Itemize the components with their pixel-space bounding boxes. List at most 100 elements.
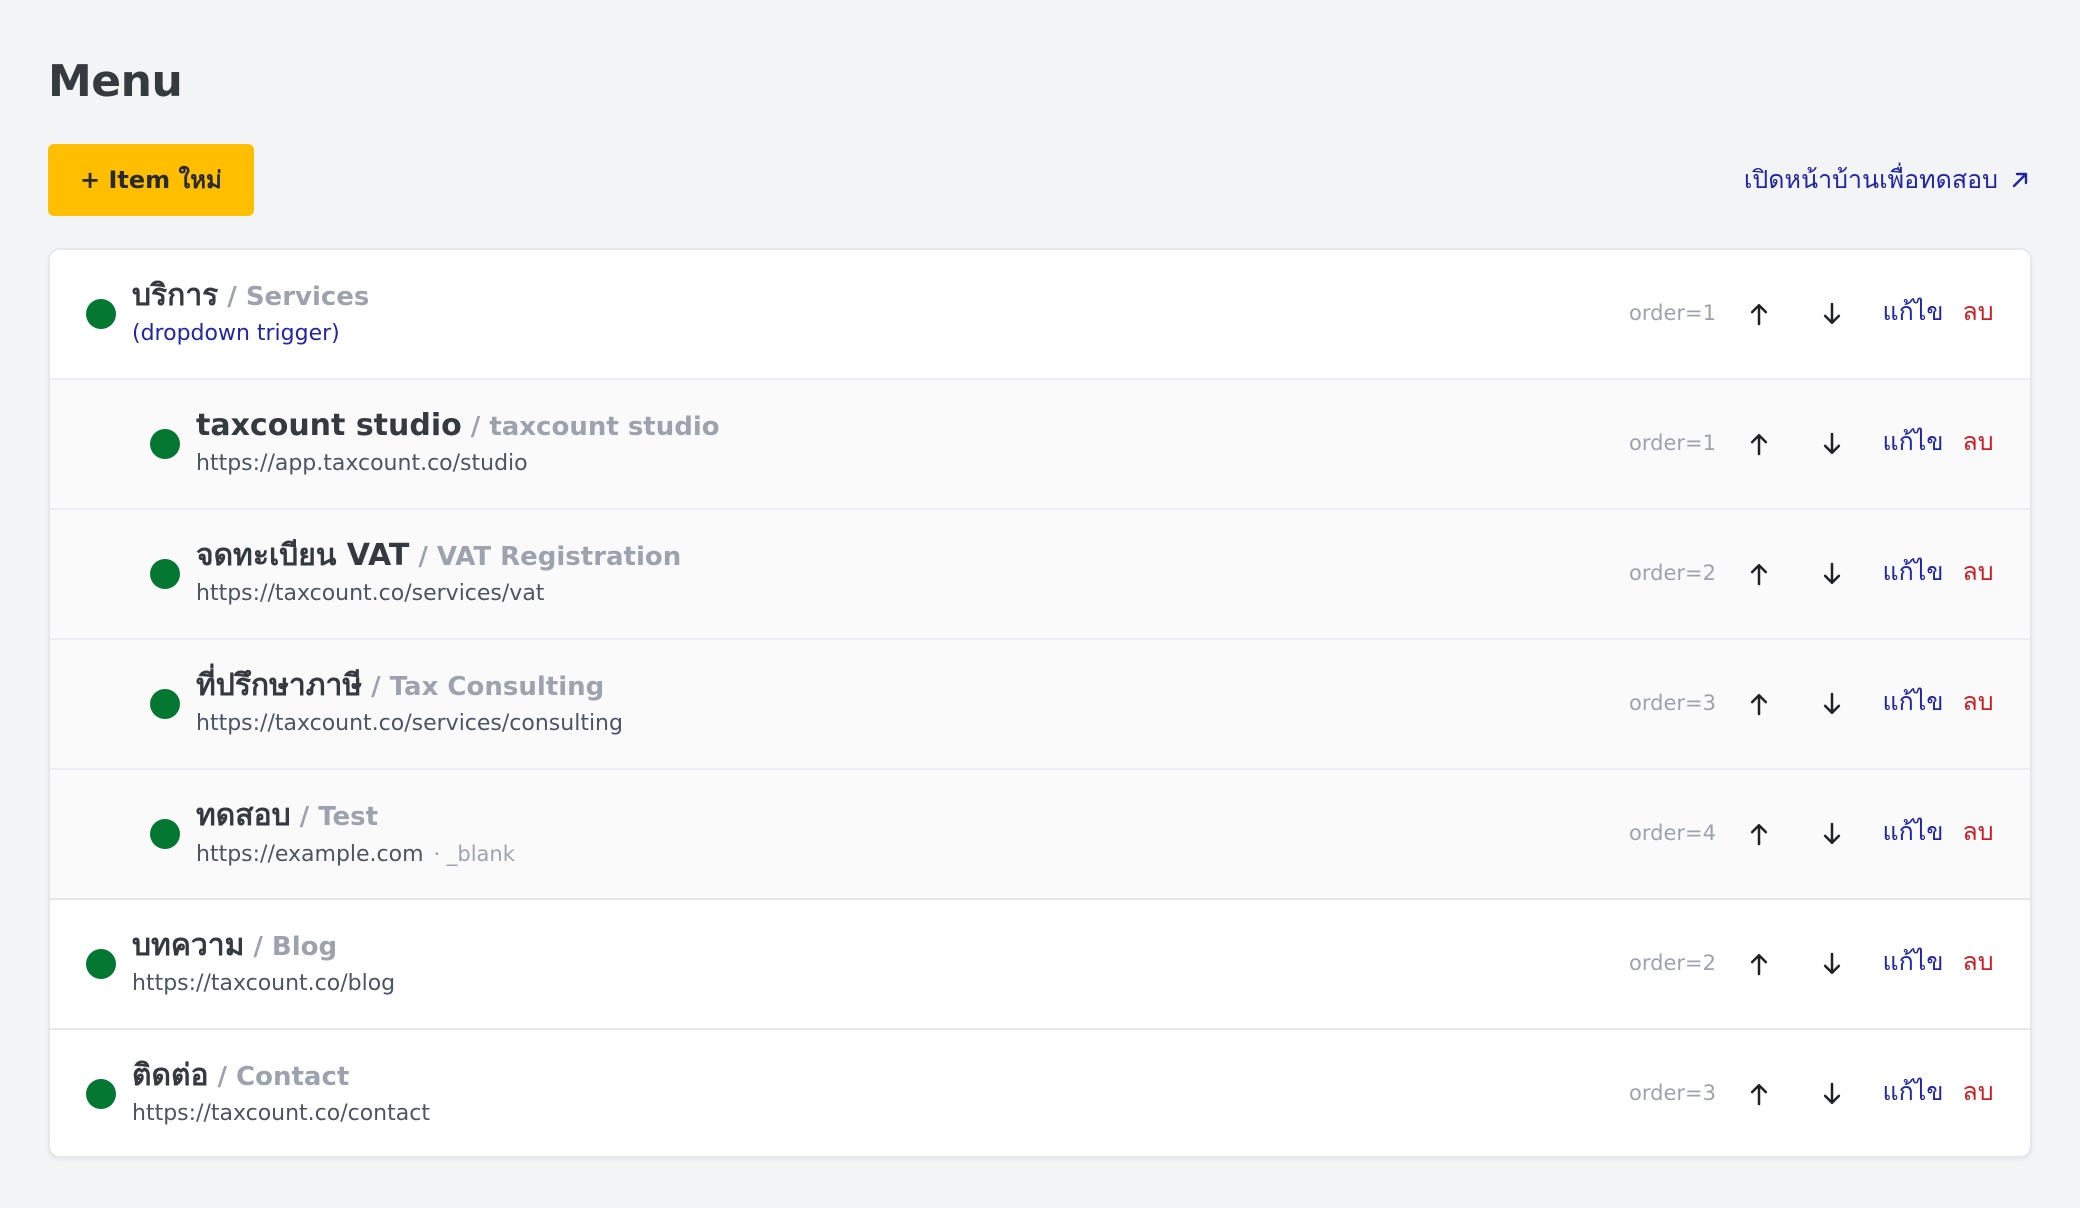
menu-item-primary-label: บริการ <box>132 278 219 313</box>
new-item-button[interactable]: + Item ใหม่ <box>48 144 254 216</box>
menu-item-text: บริการ / Services (dropdown trigger) <box>132 275 1512 357</box>
menu-item-secondary-label: / Blog <box>253 932 338 962</box>
menu-item-row: taxcount studio / taxcount studio https:… <box>50 378 2030 508</box>
menu-item-url: https://taxcount.co/contact <box>132 1101 430 1126</box>
menu-item-title: ที่ปรึกษาภาษี / Tax Consulting <box>196 665 1576 707</box>
move-down-button[interactable] <box>1811 943 1853 985</box>
active-status-indicator <box>150 819 180 849</box>
menu-item-url: https://app.taxcount.co/studio <box>196 451 528 476</box>
menu-item-text: บทความ / Blog https://taxcount.co/blog <box>132 925 1512 1007</box>
arrow-down-icon <box>1823 562 1841 584</box>
move-up-button[interactable] <box>1738 943 1780 985</box>
active-status-indicator <box>150 429 180 459</box>
menu-item-title: จดทะเบียน VAT / VAT Registration <box>196 535 1576 577</box>
arrow-down-icon <box>1823 302 1841 324</box>
menu-item-text: ติดต่อ / Contact https://taxcount.co/con… <box>132 1055 1512 1137</box>
delete-link[interactable]: ลบ <box>1957 685 1999 719</box>
move-up-button[interactable] <box>1738 683 1780 725</box>
menu-item-primary-label: ที่ปรึกษาภาษี <box>196 668 363 703</box>
open-homepage-test-link[interactable]: เปิดหน้าบ้านเพื่อทดสอบ <box>1744 161 2032 199</box>
menu-item-subtext-line: https://example.com · _blank <box>196 837 1576 872</box>
menu-item-primary-label: ทดสอบ <box>196 798 291 833</box>
arrow-down-icon <box>1823 692 1841 714</box>
edit-link[interactable]: แก้ไข <box>1882 815 1944 849</box>
edit-link[interactable]: แก้ไข <box>1882 1075 1944 1109</box>
menu-item-url: https://taxcount.co/services/consulting <box>196 711 623 736</box>
external-link-icon <box>2012 172 2028 188</box>
move-down-button[interactable] <box>1811 553 1853 595</box>
move-up-button[interactable] <box>1738 423 1780 465</box>
menu-item-row: จดทะเบียน VAT / VAT Registration https:/… <box>50 508 2030 638</box>
menu-item-primary-label: taxcount studio <box>196 408 462 443</box>
menu-item-primary-label: ติดต่อ <box>132 1058 209 1093</box>
menu-item-primary-label: จดทะเบียน VAT <box>196 538 410 573</box>
menu-item-url: https://taxcount.co/services/vat <box>196 581 545 606</box>
menu-item-row: บทความ / Blog https://taxcount.co/blog o… <box>50 898 2030 1028</box>
arrow-up-icon <box>1750 694 1768 716</box>
menu-item-text: ทดสอบ / Test https://example.com · _blan… <box>196 795 1576 877</box>
menu-item-subtext-line: (dropdown trigger) <box>132 317 1512 351</box>
move-up-button[interactable] <box>1738 1073 1780 1115</box>
toolbar: + Item ใหม่ เปิดหน้าบ้านเพื่อทดสอบ <box>48 144 2032 216</box>
menu-item-subtext-line: https://app.taxcount.co/studio <box>196 447 1576 481</box>
move-up-button[interactable] <box>1738 813 1780 855</box>
active-status-indicator <box>86 949 116 979</box>
menu-item-order: order=2 <box>1629 561 1716 585</box>
arrow-up-icon <box>1750 434 1768 456</box>
delete-link[interactable]: ลบ <box>1957 295 1999 329</box>
menu-item-order: order=3 <box>1629 691 1716 715</box>
menu-item-url: https://taxcount.co/blog <box>132 971 396 996</box>
delete-link[interactable]: ลบ <box>1957 815 1999 849</box>
menu-item-title: บทความ / Blog <box>132 925 1512 967</box>
move-down-button[interactable] <box>1811 423 1853 465</box>
active-status-indicator <box>150 689 180 719</box>
edit-link[interactable]: แก้ไข <box>1882 295 1944 329</box>
menu-item-title: บริการ / Services <box>132 275 1512 317</box>
page-title: Menu <box>48 56 183 107</box>
arrow-up-icon <box>1750 304 1768 326</box>
menu-item-title: ติดต่อ / Contact <box>132 1055 1512 1097</box>
menu-items-list: บริการ / Services (dropdown trigger) ord… <box>48 248 2032 1158</box>
menu-item-secondary-label: / Contact <box>217 1062 350 1092</box>
delete-link[interactable]: ลบ <box>1957 555 1999 589</box>
delete-link[interactable]: ลบ <box>1957 945 1999 979</box>
menu-item-order: order=4 <box>1629 821 1716 845</box>
menu-item-url: https://example.com <box>196 842 424 867</box>
arrow-up-icon <box>1750 564 1768 586</box>
move-down-button[interactable] <box>1811 293 1853 335</box>
arrow-down-icon <box>1823 822 1841 844</box>
menu-item-secondary-label: / taxcount studio <box>470 412 720 442</box>
menu-item-secondary-label: / Tax Consulting <box>371 672 605 702</box>
move-down-button[interactable] <box>1811 813 1853 855</box>
arrow-up-icon <box>1750 824 1768 846</box>
delete-link[interactable]: ลบ <box>1957 1075 1999 1109</box>
menu-item-subtext-line: https://taxcount.co/services/consulting <box>196 707 1576 741</box>
move-up-button[interactable] <box>1738 553 1780 595</box>
menu-item-title: taxcount studio / taxcount studio <box>196 405 1576 447</box>
move-up-button[interactable] <box>1738 293 1780 335</box>
delete-link[interactable]: ลบ <box>1957 425 1999 459</box>
open-homepage-link-label: เปิดหน้าบ้านเพื่อทดสอบ <box>1743 165 1998 194</box>
arrow-up-icon <box>1750 954 1768 976</box>
menu-item-title: ทดสอบ / Test <box>196 795 1576 837</box>
menu-item-subtext-line: https://taxcount.co/blog <box>132 967 1512 1001</box>
edit-link[interactable]: แก้ไข <box>1882 945 1944 979</box>
menu-item-secondary-label: / VAT Registration <box>418 542 682 572</box>
menu-item-row: บริการ / Services (dropdown trigger) ord… <box>50 250 2030 378</box>
edit-link[interactable]: แก้ไข <box>1882 555 1944 589</box>
active-status-indicator <box>86 1079 116 1109</box>
menu-item-text: taxcount studio / taxcount studio https:… <box>196 405 1576 487</box>
edit-link[interactable]: แก้ไข <box>1882 425 1944 459</box>
menu-item-row: ติดต่อ / Contact https://taxcount.co/con… <box>50 1028 2030 1156</box>
edit-link[interactable]: แก้ไข <box>1882 685 1944 719</box>
arrow-down-icon <box>1823 952 1841 974</box>
active-status-indicator <box>86 299 116 329</box>
arrow-down-icon <box>1823 432 1841 454</box>
menu-item-secondary-label: / Test <box>299 802 379 832</box>
menu-item-order: order=1 <box>1629 301 1716 325</box>
move-down-button[interactable] <box>1811 683 1853 725</box>
move-down-button[interactable] <box>1811 1073 1853 1115</box>
arrow-up-icon <box>1750 1084 1768 1106</box>
menu-item-order: order=3 <box>1629 1081 1716 1105</box>
menu-item-text: ที่ปรึกษาภาษี / Tax Consulting https://t… <box>196 665 1576 747</box>
